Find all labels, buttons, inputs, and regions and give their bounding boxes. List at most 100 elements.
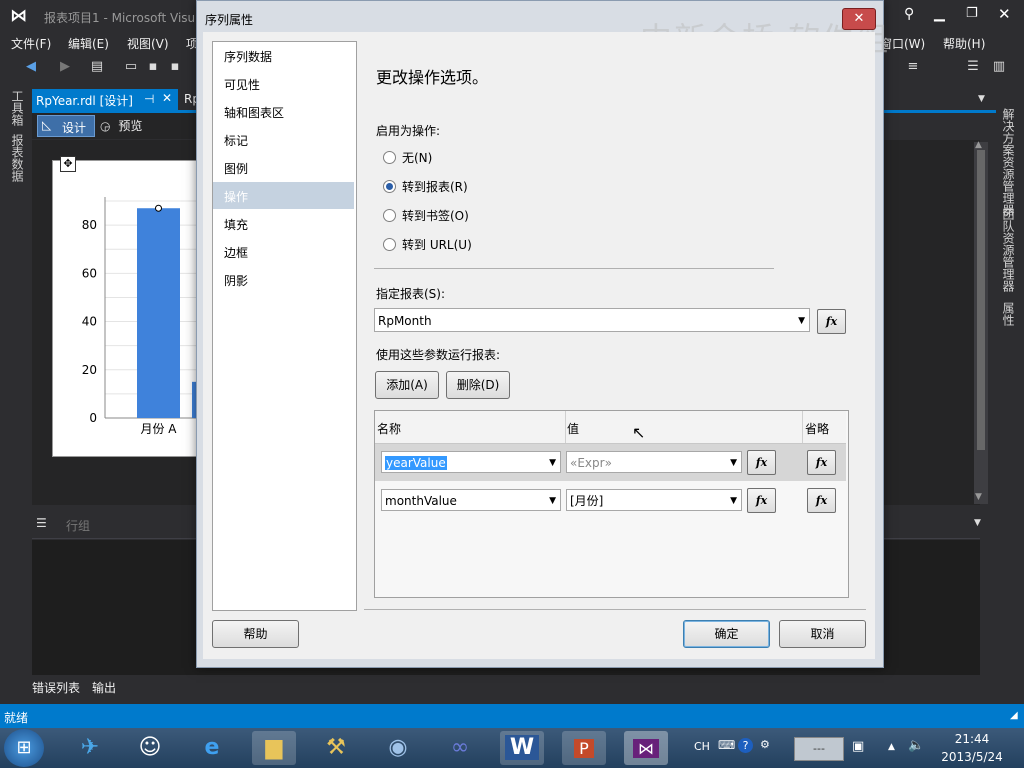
row-group-icon[interactable]: ☰ bbox=[36, 516, 47, 530]
doc-dropdown-icon[interactable]: ▼ bbox=[978, 94, 985, 104]
add-param-button[interactable]: 添加(A) bbox=[375, 371, 439, 399]
radio-goto-url-label[interactable]: 转到 URL(U) bbox=[402, 236, 472, 253]
save-icon[interactable]: ▪ bbox=[146, 60, 160, 74]
report-select[interactable]: RpMonth ▼ bbox=[374, 308, 810, 332]
tray-input-box[interactable]: --- bbox=[794, 737, 844, 761]
menu-help[interactable]: 帮助(H) bbox=[943, 35, 985, 52]
nav-item-border[interactable]: 边框 bbox=[224, 244, 248, 261]
window-close-button[interactable]: ✕ bbox=[998, 5, 1011, 23]
tray-date[interactable]: 2013/5/24 bbox=[940, 750, 1004, 764]
align2-icon[interactable]: ▥ bbox=[992, 60, 1006, 74]
chevron-down-icon[interactable]: ▼ bbox=[798, 309, 805, 333]
tray-volume-icon[interactable]: 🔈 bbox=[908, 738, 924, 753]
nav-item-series-data[interactable]: 序列数据 bbox=[224, 48, 272, 65]
chevron-down-icon[interactable]: ▼ bbox=[549, 490, 556, 512]
taskbar-chat-icon[interactable]: ◉ bbox=[376, 731, 420, 765]
output-tab[interactable]: 输出 bbox=[92, 679, 116, 696]
chevron-down-icon[interactable]: ▼ bbox=[549, 452, 556, 474]
save-all-icon[interactable]: ▪ bbox=[168, 60, 182, 74]
tray-language[interactable]: CH bbox=[694, 740, 710, 753]
ok-button[interactable]: 确定 bbox=[683, 620, 770, 648]
pin-icon[interactable]: ⊣ bbox=[144, 92, 154, 106]
param-name-select-1[interactable]: yearValue ▼ bbox=[381, 451, 561, 473]
scroll-down-icon[interactable]: ▼ bbox=[975, 492, 982, 502]
param-omit-fx-button-2[interactable]: fx bbox=[807, 488, 836, 513]
cancel-button[interactable]: 取消 bbox=[779, 620, 866, 648]
nav-item-markers[interactable]: 标记 bbox=[224, 132, 248, 149]
surface-scroll-thumb[interactable] bbox=[977, 150, 985, 450]
nav-item-axes[interactable]: 轴和图表区 bbox=[224, 104, 284, 121]
tray-keyboard-icon[interactable]: ⌨ bbox=[718, 738, 735, 752]
forward-icon[interactable]: ▶ bbox=[58, 60, 72, 74]
radio-goto-bookmark[interactable] bbox=[383, 209, 396, 222]
group-dropdown-icon[interactable]: ▼ bbox=[974, 518, 981, 528]
tray-help-icon[interactable]: ? bbox=[738, 738, 753, 753]
param-value-fx-button-1[interactable]: fx bbox=[747, 450, 776, 475]
param-value-select-1[interactable]: «Expr» ▼ bbox=[566, 451, 742, 473]
align-icon[interactable]: ☰ bbox=[966, 60, 980, 74]
chevron-down-icon[interactable]: ▼ bbox=[730, 490, 737, 512]
new-item-icon[interactable]: ▤ bbox=[90, 60, 104, 74]
nav-item-legend[interactable]: 图例 bbox=[224, 160, 248, 177]
taskbar-bird-app-icon[interactable]: ✈ bbox=[68, 731, 112, 765]
radio-none[interactable] bbox=[383, 151, 396, 164]
taskbar-powerpoint-icon[interactable]: P bbox=[562, 731, 606, 765]
menu-edit[interactable]: 编辑(E) bbox=[68, 35, 109, 52]
resize-grip-icon[interactable]: ◢ bbox=[1010, 710, 1018, 721]
taskbar-ie-icon[interactable]: e bbox=[190, 731, 234, 765]
tray-settings-icon[interactable]: ⚙ bbox=[760, 738, 770, 751]
move-handle-icon[interactable]: ✥ bbox=[60, 156, 76, 172]
chevron-down-icon[interactable]: ▼ bbox=[730, 452, 737, 474]
error-list-tab[interactable]: 错误列表 bbox=[32, 679, 80, 696]
open-folder-icon[interactable]: ▭ bbox=[124, 60, 138, 74]
taskbar-visual-studio-icon[interactable]: ⋈ bbox=[624, 731, 668, 765]
bar-chart[interactable]: 0 20 40 60 80 月份 A bbox=[53, 161, 203, 456]
report-fx-button[interactable]: fx bbox=[817, 309, 846, 334]
taskbar-word-icon[interactable]: W bbox=[500, 731, 544, 765]
taskbar-tools-icon[interactable]: ⚒ bbox=[314, 731, 358, 765]
radio-goto-bookmark-label[interactable]: 转到书签(O) bbox=[402, 207, 469, 224]
menu-file[interactable]: 文件(F) bbox=[11, 35, 51, 52]
toolbox-tab[interactable]: 工具箱 bbox=[9, 90, 26, 126]
window-restore-button[interactable]: ❐ bbox=[966, 6, 978, 21]
dialog-close-button[interactable]: ✕ bbox=[842, 8, 876, 30]
bar-selection-handle[interactable] bbox=[155, 204, 162, 212]
param-value-select-2[interactable]: [月份] ▼ bbox=[566, 489, 742, 511]
tray-time[interactable]: 21:44 bbox=[940, 732, 1004, 746]
scroll-up-icon[interactable]: ▲ bbox=[975, 140, 982, 150]
radio-goto-url[interactable] bbox=[383, 238, 396, 251]
window-minimize-button[interactable]: ▁ bbox=[934, 6, 945, 22]
tray-power-icon[interactable]: ▣ bbox=[852, 739, 864, 754]
delete-param-button[interactable]: 删除(D) bbox=[446, 371, 510, 399]
help-button[interactable]: 帮助 bbox=[212, 620, 299, 648]
param-name-select-2[interactable]: monthValue ▼ bbox=[381, 489, 561, 511]
report-canvas[interactable]: 0 20 40 60 80 月份 A bbox=[52, 160, 204, 457]
quick-launch-icon[interactable]: ⚲ bbox=[904, 6, 914, 22]
nav-item-visibility[interactable]: 可见性 bbox=[224, 76, 260, 93]
team-explorer-tab[interactable]: 团队资源管理器 bbox=[1000, 208, 1017, 292]
taskbar-infinity-icon[interactable]: ∞ bbox=[438, 731, 482, 765]
format-icon[interactable]: ≡ bbox=[906, 60, 920, 74]
nav-item-fill[interactable]: 填充 bbox=[224, 216, 248, 233]
taskbar-qq-icon[interactable]: ☺ bbox=[128, 731, 172, 765]
param-value-fx-button-2[interactable]: fx bbox=[747, 488, 776, 513]
radio-none-label[interactable]: 无(N) bbox=[402, 149, 432, 166]
properties-tab[interactable]: 属性 bbox=[1000, 302, 1017, 326]
back-icon[interactable]: ◀ bbox=[24, 60, 38, 74]
report-data-tab[interactable]: 报表数据 bbox=[9, 134, 26, 182]
close-tab-icon[interactable]: ✕ bbox=[162, 91, 172, 105]
solution-explorer-tab[interactable]: 解决方案资源管理器 bbox=[1000, 108, 1017, 216]
taskbar-explorer-icon[interactable]: ▆ bbox=[252, 731, 296, 765]
radio-goto-report-label[interactable]: 转到报表(R) bbox=[402, 178, 468, 195]
doc-tab-rpyear[interactable]: RpYear.rdl [设计] ⊣ ✕ bbox=[32, 89, 178, 110]
start-button[interactable]: ⊞ bbox=[4, 729, 44, 767]
chart-bar[interactable] bbox=[137, 208, 180, 418]
design-tab[interactable]: ◺ 设计 bbox=[37, 115, 95, 137]
tray-expand-icon[interactable]: ▲ bbox=[888, 742, 895, 752]
nav-item-action[interactable]: 操作 bbox=[224, 188, 248, 205]
preview-tab[interactable]: ◶ 预览 bbox=[100, 117, 142, 134]
radio-goto-report[interactable] bbox=[383, 180, 396, 193]
param-omit-fx-button-1[interactable]: fx bbox=[807, 450, 836, 475]
nav-item-shadow[interactable]: 阴影 bbox=[224, 272, 248, 289]
menu-view[interactable]: 视图(V) bbox=[127, 35, 169, 52]
